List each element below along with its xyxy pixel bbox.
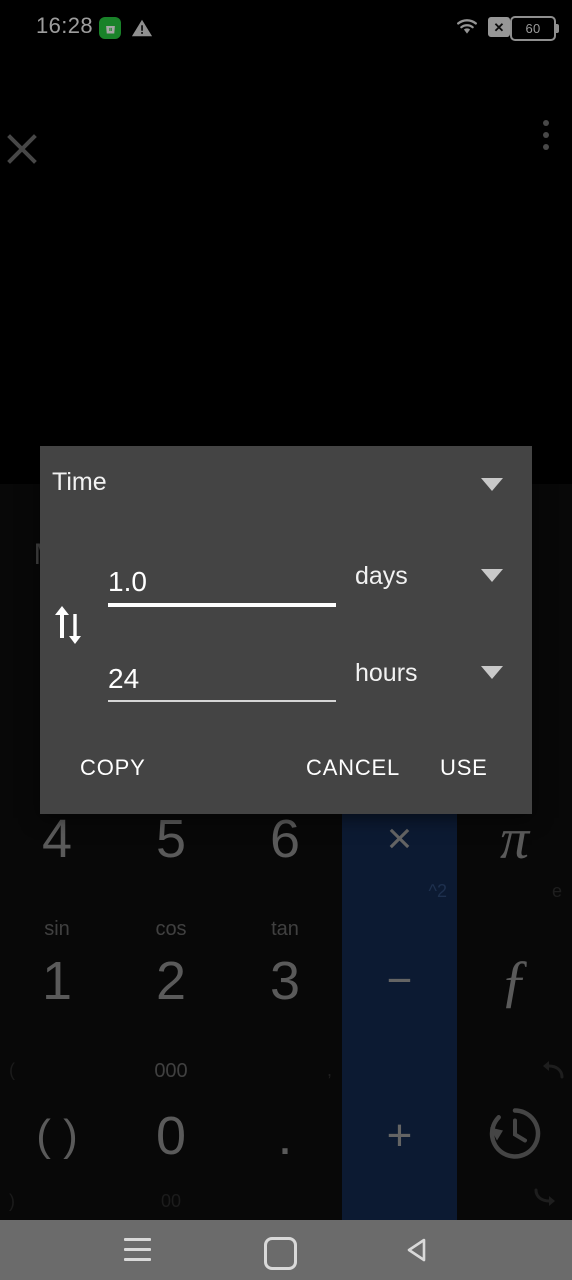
field-underline	[108, 603, 336, 607]
source-value-field[interactable]: 1.0	[108, 566, 336, 607]
home-icon[interactable]	[264, 1237, 297, 1270]
system-navigation-bar	[0, 1220, 572, 1280]
source-value: 1.0	[108, 566, 147, 597]
chevron-down-icon[interactable]	[481, 666, 503, 684]
swap-vertical-icon[interactable]	[52, 604, 86, 646]
conversion-type-label[interactable]: Time	[52, 468, 107, 497]
source-unit-label[interactable]: days	[355, 562, 408, 591]
use-button[interactable]: USE	[440, 755, 488, 781]
chevron-down-icon[interactable]	[481, 569, 503, 587]
cancel-button[interactable]: CANCEL	[306, 755, 400, 781]
phone-screen: 16:28 ✕ 60 4 5 6 × ^2 π e sin 1 cos 2 ta…	[0, 0, 572, 1280]
target-value: 24	[108, 663, 140, 694]
back-icon[interactable]	[404, 1237, 430, 1263]
field-underline	[108, 700, 336, 702]
chevron-down-icon[interactable]	[481, 478, 503, 496]
copy-button[interactable]: COPY	[80, 755, 146, 781]
recents-icon[interactable]	[124, 1238, 151, 1261]
target-unit-label[interactable]: hours	[355, 659, 418, 688]
target-value-field[interactable]: 24	[108, 663, 336, 702]
